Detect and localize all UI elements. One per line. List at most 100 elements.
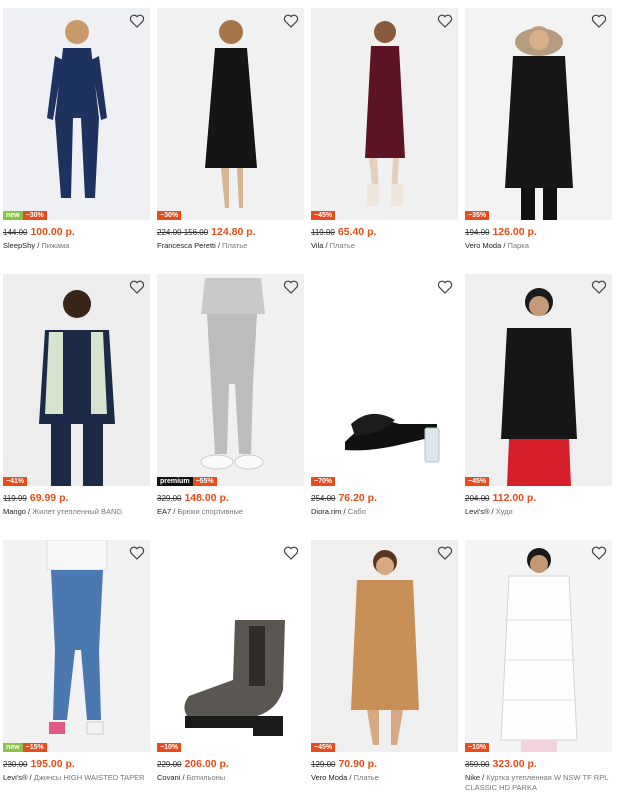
product-photo[interactable]: −41% <box>3 274 150 486</box>
old-price: 229.00 <box>157 760 182 769</box>
product-photo[interactable]: −45% <box>465 274 612 486</box>
discount-badge: −35% <box>465 211 490 220</box>
price-row: 329.00 148.00 р. <box>157 492 304 505</box>
category-name[interactable]: Платье <box>354 773 379 782</box>
old-price: 129.00 <box>311 760 336 769</box>
product-meta[interactable]: Francesca Peretti / Платье <box>157 241 304 251</box>
discount-badge: −45% <box>311 743 336 752</box>
price-row: 194.00 126.00 р. <box>465 226 612 239</box>
brand-name[interactable]: Francesca Peretti <box>157 241 216 250</box>
price-row: 119.99 69.99 р. <box>3 492 150 505</box>
product-card[interactable]: −35% 194.00 126.00 р. Vero Moda / Парка <box>465 8 612 274</box>
old-price: 230.00 <box>3 760 28 769</box>
product-photo[interactable]: −70% <box>311 274 458 486</box>
badge-group: −45% <box>311 743 336 752</box>
product-photo[interactable]: −45% <box>311 8 458 220</box>
product-card[interactable]: new −30% 144.00 100.00 р. SleepShy / Пижа… <box>3 8 150 274</box>
brand-name[interactable]: Vila <box>311 241 323 250</box>
heart-icon[interactable] <box>129 279 145 295</box>
category-name[interactable]: Ботильоны <box>187 773 226 782</box>
discount-badge: −45% <box>311 211 336 220</box>
product-card[interactable]: −30% 224.00 156.00 124.80 р. Francesca Pe… <box>157 8 304 274</box>
heart-icon[interactable] <box>591 279 607 295</box>
category-name[interactable]: Худи <box>496 507 513 516</box>
discount-badge: −70% <box>311 477 336 486</box>
heart-icon[interactable] <box>437 279 453 295</box>
product-photo[interactable]: −35% <box>465 8 612 220</box>
heart-icon[interactable] <box>283 13 299 29</box>
product-photo[interactable]: −10% <box>157 540 304 752</box>
product-meta[interactable]: EA7 / Брюки спортивные <box>157 507 304 517</box>
product-meta[interactable]: Covani / Ботильоны <box>157 773 304 783</box>
product-card[interactable]: −45% 129.00 70.90 р. Vero Moda / Платье <box>311 540 458 806</box>
badge-group: −70% <box>311 477 336 486</box>
product-card[interactable]: new −15% 230.00 195.00 р. Levi's® / Джинс… <box>3 540 150 806</box>
product-card[interactable]: −70% 254.00 76.20 р. Diora.rim / Сабо <box>311 274 458 540</box>
brand-name[interactable]: Covani <box>157 773 180 782</box>
product-photo[interactable]: new −15% <box>3 540 150 752</box>
heart-icon[interactable] <box>283 279 299 295</box>
brand-name[interactable]: Vero Moda <box>465 241 501 250</box>
category-name[interactable]: Пижама <box>41 241 69 250</box>
heart-icon[interactable] <box>283 545 299 561</box>
current-price: 126.00 р. <box>492 226 537 238</box>
category-name[interactable]: Парка <box>508 241 529 250</box>
current-price: 100.00 р. <box>30 226 75 238</box>
product-card[interactable]: −41% 119.99 69.99 р. Mango / Жилет утепле… <box>3 274 150 540</box>
brand-name[interactable]: EA7 <box>157 507 171 516</box>
brand-name[interactable]: SleepShy <box>3 241 35 250</box>
product-photo[interactable]: new −30% <box>3 8 150 220</box>
category-name[interactable]: Джинсы HIGH WAISTED TAPER <box>34 773 145 782</box>
product-meta[interactable]: Vero Moda / Платье <box>311 773 458 783</box>
brand-name[interactable]: Nike <box>465 773 480 782</box>
heart-icon[interactable] <box>591 13 607 29</box>
category-name[interactable]: Куртка утепленная W NSW TF RPL CLASSIC H… <box>465 773 608 792</box>
brand-name[interactable]: Mango <box>3 507 26 516</box>
product-meta[interactable]: Vila / Платье <box>311 241 458 251</box>
product-card[interactable]: −10% 229.00 206.00 р. Covani / Ботильоны <box>157 540 304 806</box>
heart-icon[interactable] <box>591 545 607 561</box>
category-name[interactable]: Жилет утепленный BANG <box>32 507 122 516</box>
model-figure <box>205 20 257 208</box>
product-meta[interactable]: Levi's® / Джинсы HIGH WAISTED TAPER <box>3 773 150 783</box>
brand-name[interactable]: Levi's® <box>3 773 27 782</box>
category-name[interactable]: Сабо <box>348 507 366 516</box>
product-meta[interactable]: Diora.rim / Сабо <box>311 507 458 517</box>
product-meta[interactable]: Vero Moda / Парка <box>465 241 612 251</box>
product-photo[interactable]: −30% <box>157 8 304 220</box>
product-card[interactable]: premium −55% 329.00 148.00 р. EA7 / Брюки… <box>157 274 304 540</box>
heart-icon[interactable] <box>437 545 453 561</box>
brand-name[interactable]: Levi's® <box>465 507 489 516</box>
category-name[interactable]: Платье <box>330 241 355 250</box>
badge-group: −35% <box>465 211 490 220</box>
product-card[interactable]: −10% 359.00 323.00 р. Nike / Куртка утепл… <box>465 540 612 806</box>
current-price: 124.80 р. <box>211 226 256 238</box>
product-photo[interactable]: −10% <box>465 540 612 752</box>
price-row: 359.00 323.00 р. <box>465 758 612 771</box>
current-price: 76.20 р. <box>338 492 377 504</box>
heart-icon[interactable] <box>129 545 145 561</box>
badge-group: −45% <box>465 477 490 486</box>
discount-badge: −10% <box>465 743 490 752</box>
product-meta[interactable]: Levi's® / Худи <box>465 507 612 517</box>
price-row: 144.00 100.00 р. <box>3 226 150 239</box>
product-meta[interactable]: Mango / Жилет утепленный BANG <box>3 507 150 517</box>
product-meta[interactable]: SleepShy / Пижама <box>3 241 150 251</box>
brand-name[interactable]: Diora.rim <box>311 507 341 516</box>
product-card[interactable]: −45% 119.00 65.40 р. Vila / Платье <box>311 8 458 274</box>
heart-icon[interactable] <box>437 13 453 29</box>
product-photo[interactable]: −45% <box>311 540 458 752</box>
current-price: 206.00 р. <box>184 758 229 770</box>
category-name[interactable]: Платье <box>222 241 247 250</box>
category-name[interactable]: Брюки спортивные <box>177 507 243 516</box>
product-meta[interactable]: Nike / Куртка утепленная W NSW TF RPL CL… <box>465 773 612 793</box>
badge-group: new −30% <box>3 211 47 220</box>
brand-name[interactable]: Vero Moda <box>311 773 347 782</box>
heart-icon[interactable] <box>129 13 145 29</box>
product-card[interactable]: −45% 204.00 112.00 р. Levi's® / Худи <box>465 274 612 540</box>
current-price: 112.00 р. <box>492 492 537 504</box>
badge-group: premium −55% <box>157 477 217 486</box>
model-figure <box>46 540 108 735</box>
product-photo[interactable]: premium −55% <box>157 274 304 486</box>
boot-figure <box>184 620 285 736</box>
